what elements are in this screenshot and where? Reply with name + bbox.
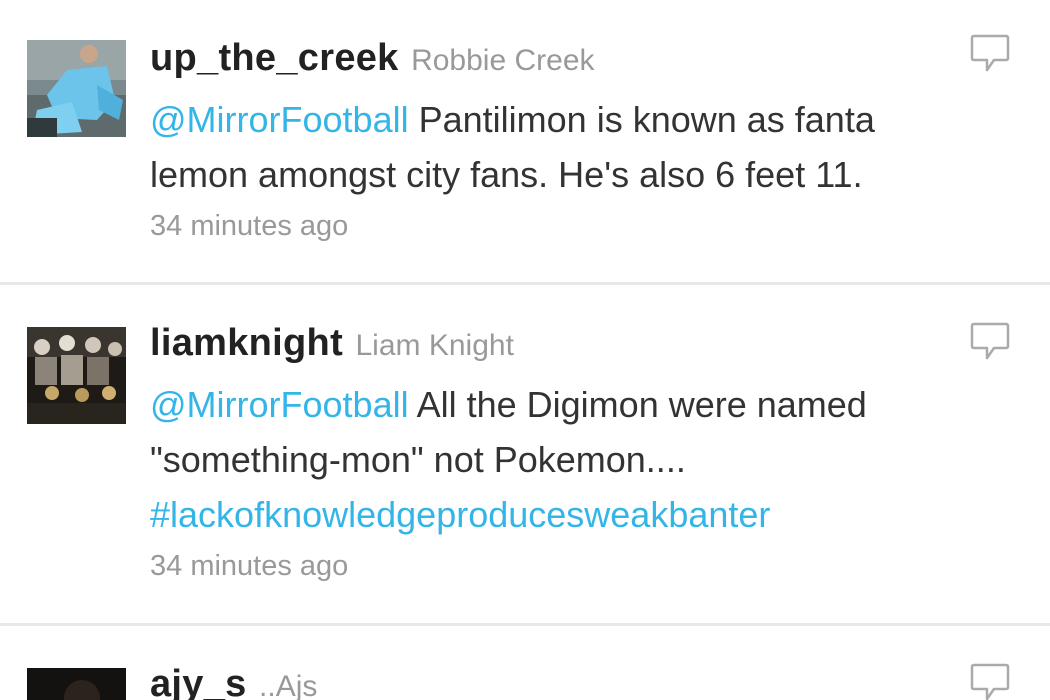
crowd-avatar-icon [27, 327, 126, 424]
tweet-body: up_the_creek Robbie Creek @MirrorFootbal… [150, 36, 970, 248]
tweet-body: liamknight Liam Knight @MirrorFootball A… [150, 321, 970, 588]
dark-avatar-icon [27, 668, 126, 700]
avatar[interactable] [27, 668, 126, 700]
speech-bubble-icon[interactable] [970, 321, 1010, 363]
speech-bubble-icon[interactable] [970, 662, 1010, 700]
hashtag-link[interactable]: #lackofknowledgeproducesweakbanter [150, 494, 770, 535]
screen-name[interactable]: up_the_creek [150, 37, 399, 79]
tweet-item: up_the_creek Robbie Creek @MirrorFootbal… [0, 0, 1050, 285]
speech-bubble-icon[interactable] [970, 33, 1010, 75]
tweet-body: ajy_s ..Ajs [150, 662, 970, 700]
timestamp[interactable]: 34 minutes ago [150, 544, 970, 588]
avatar[interactable] [27, 40, 126, 137]
avatar[interactable] [27, 327, 126, 424]
tweet-item: liamknight Liam Knight @MirrorFootball A… [0, 285, 1050, 626]
full-name: Robbie Creek [411, 44, 595, 77]
tweet-header: up_the_creek Robbie Creek [150, 36, 970, 88]
full-name: Liam Knight [355, 329, 514, 362]
timestamp[interactable]: 34 minutes ago [150, 204, 970, 248]
football-player-avatar-icon [27, 40, 126, 137]
tweet-text: @MirrorFootball All the Digimon were nam… [150, 377, 970, 542]
tweet-text: @MirrorFootball Pantilimon is known as f… [150, 92, 970, 202]
screen-name[interactable]: ajy_s [150, 663, 247, 700]
mention-link[interactable]: @MirrorFootball [150, 99, 409, 140]
mention-link[interactable]: @MirrorFootball [150, 384, 409, 425]
full-name: ..Ajs [259, 670, 318, 700]
screen-name[interactable]: liamknight [150, 322, 343, 364]
tweet-header: ajy_s ..Ajs [150, 662, 970, 700]
tweet-item: ajy_s ..Ajs [0, 626, 1050, 700]
tweet-feed: up_the_creek Robbie Creek @MirrorFootbal… [0, 0, 1050, 700]
tweet-header: liamknight Liam Knight [150, 321, 970, 373]
